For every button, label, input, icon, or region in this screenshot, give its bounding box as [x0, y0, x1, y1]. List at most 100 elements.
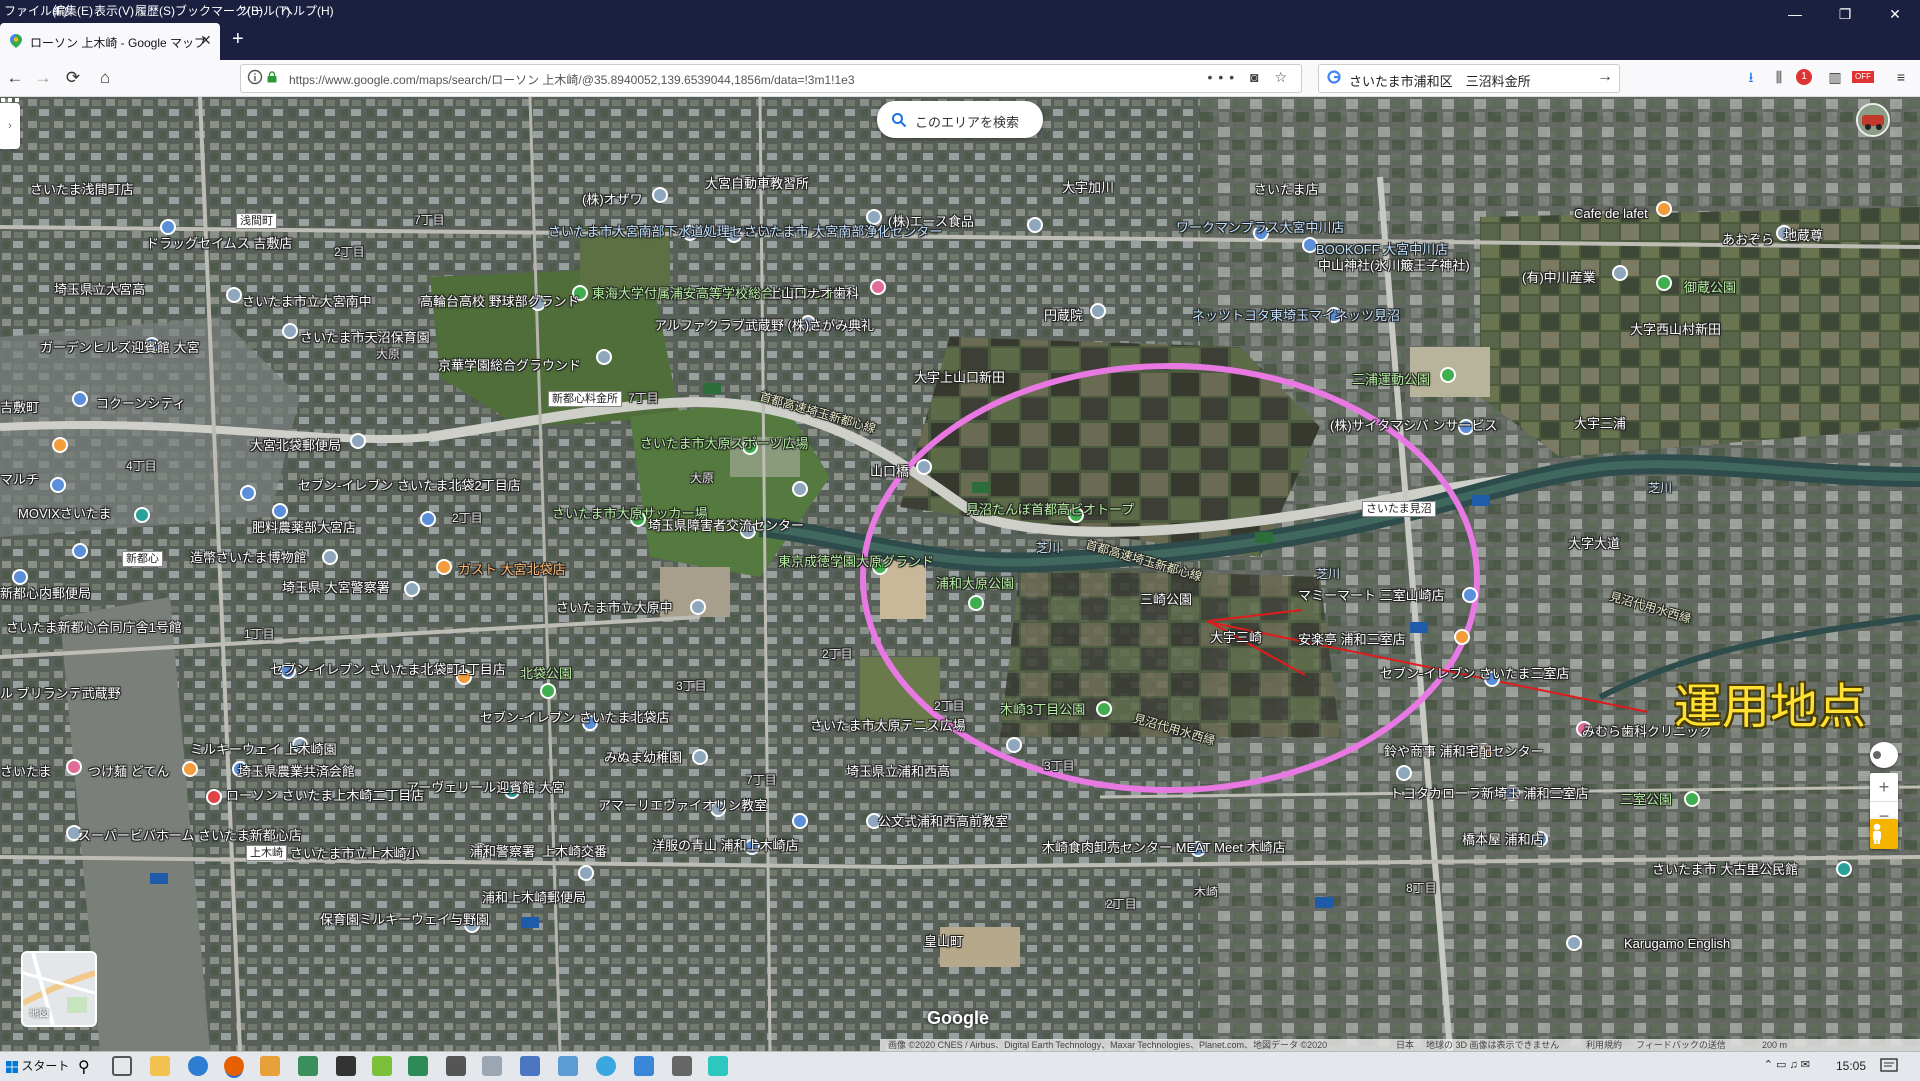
shop-pin[interactable]: [792, 813, 808, 829]
app-icon-3[interactable]: [446, 1056, 466, 1076]
map-label[interactable]: セブン-イレブン さいたま北袋町1丁目店: [270, 663, 506, 677]
map-label[interactable]: 2丁目: [334, 245, 365, 259]
place-pin[interactable]: [916, 459, 932, 475]
map-label[interactable]: 芝川: [1648, 481, 1672, 495]
menu-help[interactable]: ヘルプ(H): [281, 2, 334, 19]
url-text[interactable]: https://www.google.com/maps/search/ローソン …: [289, 71, 855, 88]
map-label[interactable]: さいたま店: [1254, 183, 1319, 197]
place-pin[interactable]: [792, 481, 808, 497]
zoom-in-button[interactable]: +: [1870, 773, 1898, 801]
map-label[interactable]: 上山口ナオ歯科: [768, 287, 859, 301]
firefox-icon[interactable]: [224, 1056, 244, 1076]
map-label[interactable]: 木崎3丁目公園: [1000, 703, 1085, 717]
venue-pin[interactable]: [1836, 861, 1852, 877]
map-label[interactable]: つけ麺 どてん: [88, 765, 169, 779]
map-label[interactable]: さいたま市立大宮南中: [242, 295, 372, 309]
map-label[interactable]: (株)オザワ: [582, 193, 643, 207]
map-label[interactable]: 7丁目: [628, 391, 659, 405]
map-label[interactable]: 浦和上木崎郵便局: [482, 891, 586, 905]
terms-link[interactable]: 利用規約: [1586, 1039, 1622, 1051]
map-label[interactable]: さいたま: [0, 765, 52, 779]
map-label[interactable]: コクーンシティ: [96, 397, 186, 411]
map-label[interactable]: さいたま市立大原中: [556, 601, 673, 615]
satellite-map[interactable]: さいたま浅間町店 浅間町 7丁目 (株)オザワ 大宮自動車教習所 さいたま市大宮南部下水道…: [0, 97, 1920, 1051]
map-label[interactable]: 中山神社(氷川簸王子神社): [1318, 259, 1470, 273]
map-label[interactable]: さいたま市天沼保育園: [300, 331, 430, 345]
shop-pin[interactable]: [72, 391, 88, 407]
park-pin[interactable]: [968, 595, 984, 611]
map-label[interactable]: 大宇加川: [1062, 181, 1114, 195]
map-label[interactable]: セブン-イレブン さいたま北袋店: [480, 711, 670, 725]
search-this-area-button[interactable]: このエリアを検索: [877, 101, 1043, 138]
map-label[interactable]: ガーデンヒルズ迎賓館 大宮: [40, 341, 200, 355]
place-pin[interactable]: [1090, 303, 1106, 319]
map-label[interactable]: 大宇三崎: [1210, 631, 1262, 645]
download-icon[interactable]: ⭳: [1740, 66, 1762, 88]
map-label[interactable]: 7丁目: [414, 213, 445, 227]
map-label[interactable]: セブン-イレブン さいたま北袋2丁目店: [298, 479, 521, 493]
clock[interactable]: 15:05: [1836, 1059, 1866, 1073]
map-label[interactable]: 木崎食肉卸売センター MEAT Meet 木崎店: [1042, 841, 1286, 855]
map-label[interactable]: アマーリエヴァイオリン教室: [598, 799, 767, 813]
map-label[interactable]: (株)サイタマシバ ンサービス: [1330, 419, 1497, 433]
map-label[interactable]: 上木崎交番: [542, 845, 607, 859]
map-label[interactable]: マミーマート 三室山崎店: [1298, 589, 1445, 603]
place-pin[interactable]: [1027, 217, 1043, 233]
map-label[interactable]: 地蔵尊: [1784, 229, 1823, 243]
map-label[interactable]: セブン-イレブン さいたま三室店: [1380, 667, 1570, 681]
place-pin[interactable]: [404, 581, 420, 597]
new-tab-button[interactable]: +: [232, 29, 244, 49]
map-label[interactable]: 保育園ミルキーウェイ与野園: [320, 913, 489, 927]
map-label[interactable]: アーヴェリール迎賓館 大宮: [406, 781, 565, 795]
reload-button[interactable]: ⟳: [62, 67, 84, 89]
place-pin[interactable]: [1396, 765, 1412, 781]
app-icon-6[interactable]: [558, 1056, 578, 1076]
place-pin[interactable]: [692, 749, 708, 765]
library-icon[interactable]: ⫼: [1768, 66, 1790, 88]
map-label[interactable]: 8丁目: [1406, 881, 1437, 895]
map-label[interactable]: アルファクラブ武蔵野 (株)さがみ典礼: [654, 319, 874, 333]
map-label[interactable]: ネッツトヨタ東埼玉マイネッツ見沼: [1192, 309, 1400, 323]
terminal-icon[interactable]: [336, 1056, 356, 1076]
place-pin[interactable]: [578, 865, 594, 881]
map-label[interactable]: MOVIXさいたま: [18, 507, 112, 521]
page-actions[interactable]: ••• ◙ ☆: [1208, 69, 1294, 86]
restaurant-pin[interactable]: [436, 559, 452, 575]
map-label[interactable]: 円蔵院: [1044, 309, 1083, 323]
map-label[interactable]: (有)中川産業: [1522, 271, 1596, 285]
map-label[interactable]: 吉敷町: [0, 401, 39, 415]
map-label[interactable]: 芝川: [1036, 541, 1060, 555]
map-label[interactable]: ドラッグセイムス 吉敷店: [146, 237, 292, 251]
map-label[interactable]: ガスト 大宮北袋店: [458, 563, 566, 577]
shop-pin[interactable]: [272, 503, 288, 519]
map-label[interactable]: さいたま市 大古里公民館: [1652, 863, 1798, 877]
map-label[interactable]: 公文式浦和西高前教室: [878, 815, 1008, 829]
place-pin[interactable]: [226, 287, 242, 303]
back-button[interactable]: ←: [4, 67, 26, 89]
google-apps-icon[interactable]: [0, 97, 20, 117]
place-pin[interactable]: [596, 349, 612, 365]
map-label[interactable]: ミルキーウェイ 上木崎園: [190, 743, 337, 757]
map-label[interactable]: 上木崎: [246, 845, 287, 861]
map-label[interactable]: マルチ: [0, 473, 39, 487]
shop-pin[interactable]: [1462, 587, 1478, 603]
map-label[interactable]: 浦和大原公園: [936, 577, 1014, 591]
map-label[interactable]: さいたま市大原スポーツ広場: [640, 437, 808, 451]
park-pin[interactable]: [1684, 791, 1700, 807]
account-avatar[interactable]: [1856, 103, 1890, 137]
ie-browser-icon[interactable]: [188, 1056, 208, 1076]
map-label[interactable]: 皇山町: [924, 935, 963, 949]
map-label[interactable]: 北袋公園: [520, 667, 572, 681]
shop-pin[interactable]: [72, 543, 88, 559]
map-label[interactable]: 御蔵公園: [1684, 281, 1736, 295]
my-location-button[interactable]: [1870, 742, 1898, 768]
map-label[interactable]: 安楽亭 浦和三室店: [1298, 633, 1406, 647]
search-input[interactable]: さいたま市浦和区 三沼料金所: [1349, 71, 1531, 90]
sidebar-icon[interactable]: ▥: [1824, 66, 1846, 88]
map-label[interactable]: あおぞら: [1722, 233, 1774, 247]
map-label[interactable]: さいたま浅間町店: [30, 183, 134, 197]
restaurant-pin[interactable]: [52, 437, 68, 453]
app-icon-1[interactable]: [372, 1056, 392, 1076]
place-pin[interactable]: [1006, 737, 1022, 753]
close-tab-icon[interactable]: ✕: [200, 32, 212, 49]
